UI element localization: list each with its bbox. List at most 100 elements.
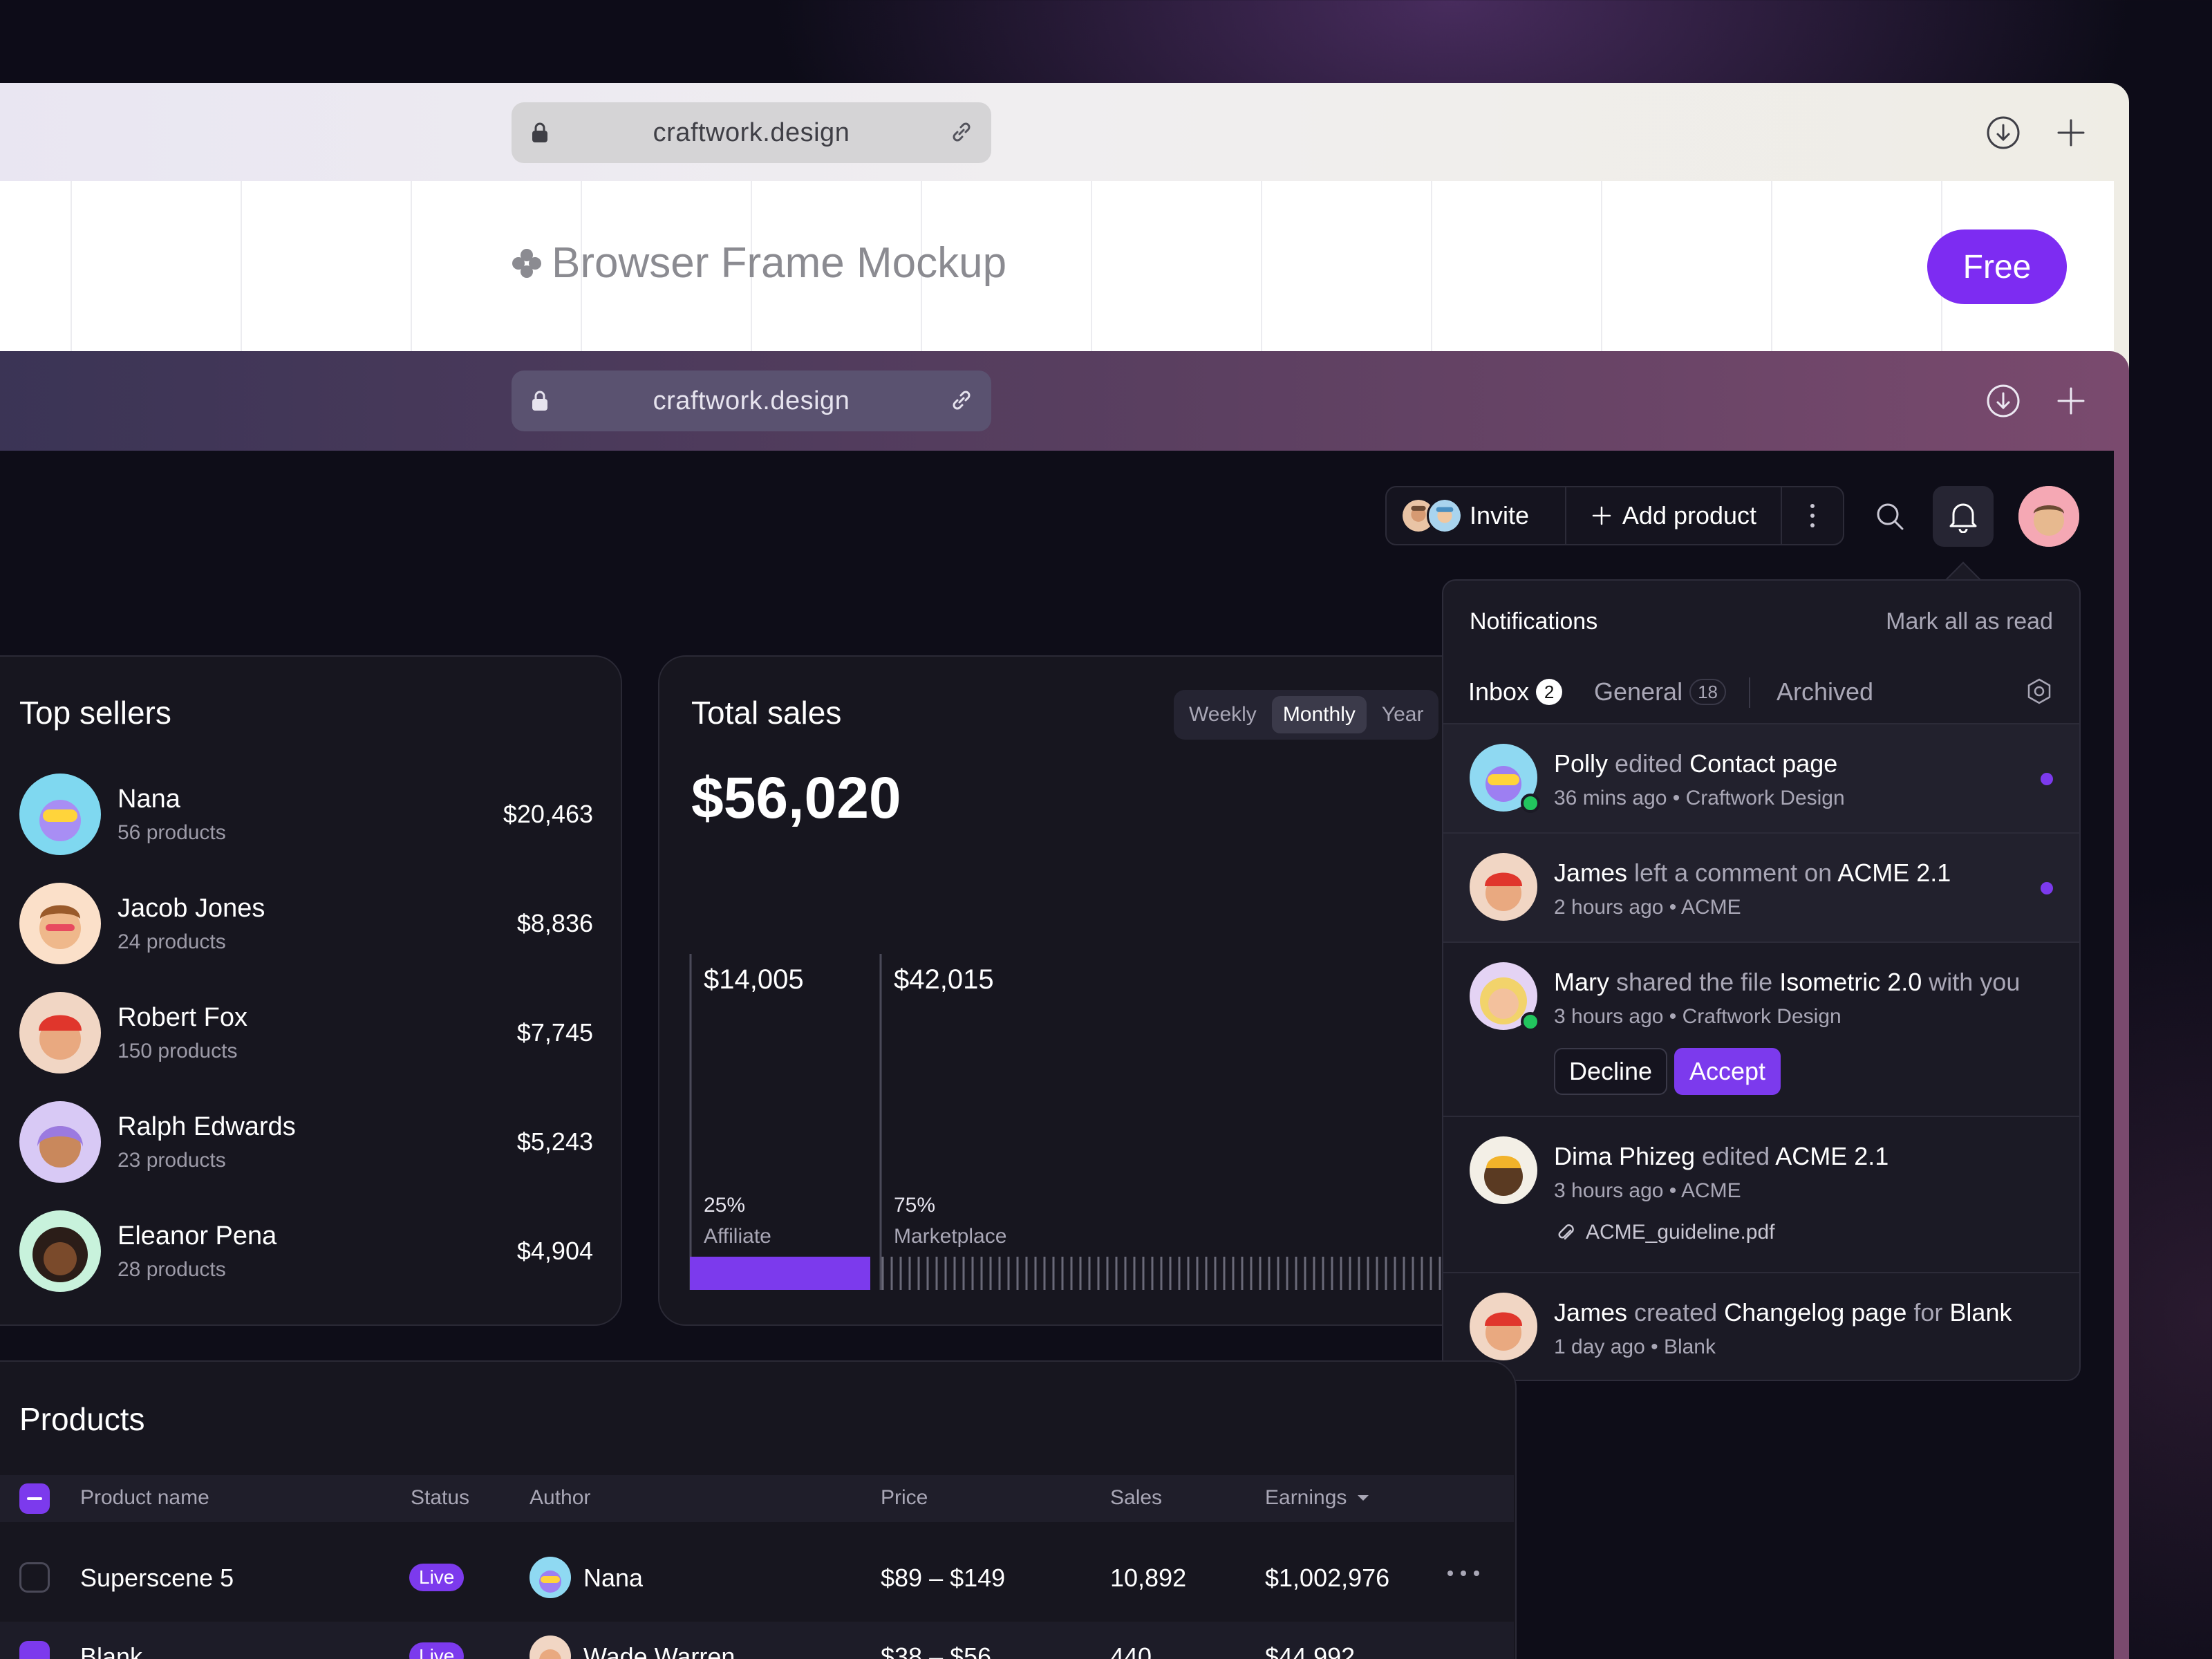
notification-item[interactable]: Polly edited Contact page 36 mins ago • … bbox=[1443, 723, 2079, 832]
seller-products: 56 products bbox=[118, 821, 226, 844]
seller-name: Ralph Edwards bbox=[118, 1112, 296, 1141]
earnings: $44,992 bbox=[1265, 1642, 1356, 1659]
notification-text: James created Changelog page for Blank bbox=[1554, 1298, 2012, 1327]
seller-row[interactable]: Nana 56 products $20,463 bbox=[19, 773, 593, 856]
earnings-header-label: Earnings bbox=[1265, 1486, 1347, 1509]
seller-row[interactable]: Eleanor Pena 28 products $4,904 bbox=[19, 1210, 593, 1293]
invite-label: Invite bbox=[1470, 501, 1530, 529]
avatar bbox=[19, 992, 101, 1074]
product-name[interactable]: Blank bbox=[80, 1642, 142, 1659]
tab-general[interactable]: General 18 bbox=[1594, 677, 1726, 706]
segment-label: Marketplace bbox=[894, 1225, 1006, 1248]
settings-hex-icon[interactable] bbox=[2025, 677, 2053, 705]
notification-item[interactable]: James created Changelog page for Blank 1… bbox=[1443, 1272, 2079, 1380]
row-checkbox[interactable] bbox=[19, 1641, 50, 1659]
top-sellers-title: Top sellers bbox=[19, 695, 171, 731]
segment-percent: 75% bbox=[894, 1194, 935, 1217]
avatar bbox=[19, 774, 101, 855]
seller-name: Jacob Jones bbox=[118, 893, 265, 923]
download-icon[interactable] bbox=[1985, 383, 2021, 419]
back-address-bar[interactable]: craftwork.design bbox=[512, 102, 991, 163]
seller-name: Nana bbox=[118, 784, 180, 814]
column-header[interactable]: Sales bbox=[1110, 1486, 1162, 1510]
period-switcher: Weekly Monthly Year bbox=[1174, 690, 1439, 740]
row-checkbox[interactable] bbox=[19, 1562, 50, 1593]
column-header[interactable]: Author bbox=[529, 1486, 590, 1510]
attachment-link[interactable]: ACME_guideline.pdf bbox=[1554, 1221, 1775, 1244]
notification-text: Mary shared the file Isometric 2.0 with … bbox=[1554, 968, 2021, 996]
notification-meta: 1 day ago • Blank bbox=[1554, 1335, 1716, 1358]
add-product-button[interactable]: Add product bbox=[1566, 487, 1782, 544]
sales-split-chart: $14,005 25% Affiliate $42,015 75% Marketplace bbox=[689, 954, 1441, 1290]
clover-logo-icon bbox=[512, 248, 541, 278]
seller-products: 24 products bbox=[118, 930, 226, 953]
seller-amount: $20,463 bbox=[503, 800, 593, 828]
online-indicator bbox=[1521, 794, 1540, 813]
mark-all-read-button[interactable]: Mark all as read bbox=[1886, 608, 2053, 635]
tab-inbox-label: Inbox bbox=[1468, 677, 1530, 706]
accept-button[interactable]: Accept bbox=[1674, 1048, 1781, 1095]
online-indicator bbox=[1521, 1012, 1540, 1031]
column-header[interactable]: Price bbox=[881, 1486, 928, 1510]
general-count-badge: 18 bbox=[1689, 679, 1726, 705]
add-product-label: Add product bbox=[1622, 501, 1757, 529]
seller-row[interactable]: Jacob Jones 24 products $8,836 bbox=[19, 882, 593, 965]
mockup-title: Browser Frame Mockup bbox=[510, 238, 1006, 288]
new-tab-icon[interactable] bbox=[2053, 383, 2089, 419]
avatar bbox=[19, 1210, 101, 1292]
avatar bbox=[529, 1635, 571, 1659]
minus-icon bbox=[27, 1497, 42, 1500]
search-icon bbox=[1877, 503, 1904, 530]
download-icon[interactable] bbox=[1985, 115, 2021, 151]
products-title: Products bbox=[19, 1401, 145, 1437]
notification-text: James left a comment on ACME 2.1 bbox=[1554, 859, 1951, 887]
earnings-column-header[interactable]: Earnings bbox=[1265, 1486, 1370, 1510]
free-button[interactable]: Free bbox=[1927, 229, 2067, 304]
period-yearly[interactable]: Year bbox=[1371, 696, 1435, 733]
notification-text: Dima Phizeg edited ACME 2.1 bbox=[1554, 1142, 1889, 1170]
column-header[interactable]: Product name bbox=[80, 1486, 209, 1510]
avatar bbox=[1470, 853, 1537, 921]
link-icon[interactable] bbox=[947, 118, 976, 147]
seller-amount: $8,836 bbox=[516, 909, 593, 937]
plus-icon bbox=[1592, 506, 1611, 525]
column-header[interactable]: Status bbox=[411, 1486, 469, 1510]
front-address-bar[interactable]: craftwork.design bbox=[512, 371, 991, 431]
status-badge: Live bbox=[409, 1564, 465, 1591]
attachment-name: ACME_guideline.pdf bbox=[1586, 1221, 1775, 1244]
tab-divider bbox=[1749, 677, 1750, 708]
notification-meta: 3 hours ago • Craftwork Design bbox=[1554, 1005, 1841, 1028]
new-tab-icon[interactable] bbox=[2053, 115, 2089, 151]
notification-item[interactable]: Mary shared the file Isometric 2.0 with … bbox=[1443, 941, 2079, 1116]
notifications-button[interactable] bbox=[1933, 486, 1994, 547]
select-all-checkbox[interactable] bbox=[19, 1483, 50, 1514]
tab-archived[interactable]: Archived bbox=[1777, 677, 1873, 706]
link-icon[interactable] bbox=[947, 386, 976, 415]
invite-button[interactable]: Invite bbox=[1387, 487, 1566, 544]
seller-row[interactable]: Robert Fox 150 products $7,745 bbox=[19, 991, 593, 1074]
seller-amount: $4,904 bbox=[516, 1237, 593, 1265]
price: $89 – $149 bbox=[881, 1564, 1006, 1592]
seller-amount: $7,745 bbox=[516, 1018, 593, 1047]
avatar bbox=[19, 883, 101, 964]
price: $38 – $56 bbox=[881, 1642, 992, 1659]
period-weekly[interactable]: Weekly bbox=[1178, 696, 1268, 733]
notification-item[interactable]: Dima Phizeg edited ACME 2.1 3 hours ago … bbox=[1443, 1116, 2079, 1272]
earnings: $1,002,976 bbox=[1265, 1564, 1390, 1592]
tab-inbox[interactable]: Inbox 2 bbox=[1468, 677, 1563, 706]
period-monthly[interactable]: Monthly bbox=[1271, 696, 1367, 733]
segment-value: $42,015 bbox=[894, 964, 994, 995]
notification-item[interactable]: James left a comment on ACME 2.1 2 hours… bbox=[1443, 832, 2079, 941]
unread-dot bbox=[2041, 882, 2053, 894]
decline-button[interactable]: Decline bbox=[1554, 1048, 1668, 1095]
seller-row[interactable]: Ralph Edwards 23 products $5,243 bbox=[19, 1100, 593, 1183]
search-button[interactable] bbox=[1859, 486, 1920, 547]
avatar bbox=[1470, 1136, 1537, 1204]
user-avatar[interactable] bbox=[2018, 486, 2079, 547]
product-name[interactable]: Superscene 5 bbox=[80, 1564, 234, 1593]
notifications-panel: Notifications Mark all as read Inbox 2 G… bbox=[1442, 579, 2081, 1381]
sort-down-icon bbox=[1358, 1495, 1369, 1501]
notifications-title: Notifications bbox=[1470, 608, 1598, 635]
row-more-icon[interactable] bbox=[1446, 1569, 1481, 1577]
more-options-button[interactable] bbox=[1782, 487, 1843, 544]
